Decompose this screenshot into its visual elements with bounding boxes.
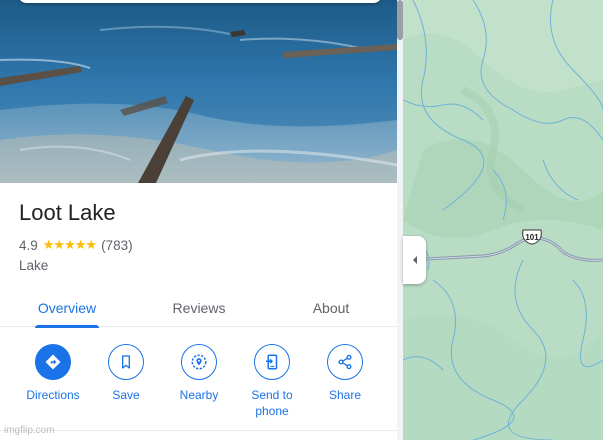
- place-panel: Loot Lake 4.9 ★★★★★ (783) Lake Overview …: [0, 0, 397, 440]
- section-divider: [0, 430, 397, 431]
- map-canvas[interactable]: [403, 0, 603, 440]
- rating-row[interactable]: 4.9 ★★★★★ (783): [19, 236, 133, 254]
- collapse-panel-button[interactable]: [403, 236, 426, 284]
- highway-number: 101: [525, 233, 539, 242]
- lake-photo-image: [0, 0, 397, 183]
- share-icon: [327, 344, 363, 380]
- watermark: imgflip.com: [4, 425, 55, 436]
- send-to-phone-button[interactable]: Send to phone: [237, 344, 307, 419]
- tab-overview[interactable]: Overview: [17, 288, 117, 328]
- place-tabs: Overview Reviews About: [0, 288, 397, 328]
- caret-left-icon: [412, 256, 417, 264]
- search-box-edge[interactable]: [18, 0, 382, 3]
- action-buttons: Directions Save Nearby Send to phone Sha…: [0, 344, 397, 424]
- directions-label: Directions: [26, 388, 80, 402]
- nearby-button[interactable]: Nearby: [164, 344, 234, 403]
- tab-about-label: About: [312, 299, 350, 316]
- place-photo[interactable]: [0, 0, 397, 183]
- tab-about[interactable]: About: [281, 288, 381, 327]
- save-label: Save: [112, 388, 140, 402]
- tab-reviews[interactable]: Reviews: [149, 288, 249, 327]
- place-title: Loot Lake: [19, 200, 116, 225]
- review-count[interactable]: (783): [101, 238, 133, 253]
- tab-overview-label: Overview: [37, 299, 97, 316]
- rating-value: 4.9: [19, 237, 38, 253]
- share-button[interactable]: Share: [310, 344, 380, 403]
- directions-button[interactable]: Directions: [18, 344, 88, 403]
- highway-shield-icon: 101: [521, 229, 543, 245]
- share-label: Share: [328, 388, 362, 402]
- star-rating-icon: ★★★★★: [42, 237, 97, 252]
- directions-icon: [35, 344, 71, 380]
- place-category[interactable]: Lake: [19, 258, 48, 273]
- bookmark-icon: [108, 344, 144, 380]
- send-to-phone-label: Send to phone: [251, 388, 293, 418]
- nearby-label: Nearby: [179, 388, 219, 402]
- tab-reviews-label: Reviews: [172, 299, 226, 316]
- active-tab-indicator: [35, 325, 99, 328]
- save-button[interactable]: Save: [91, 344, 161, 403]
- send-to-phone-icon: [254, 344, 290, 380]
- nearby-icon: [181, 344, 217, 380]
- terrain-map-image: [403, 0, 603, 440]
